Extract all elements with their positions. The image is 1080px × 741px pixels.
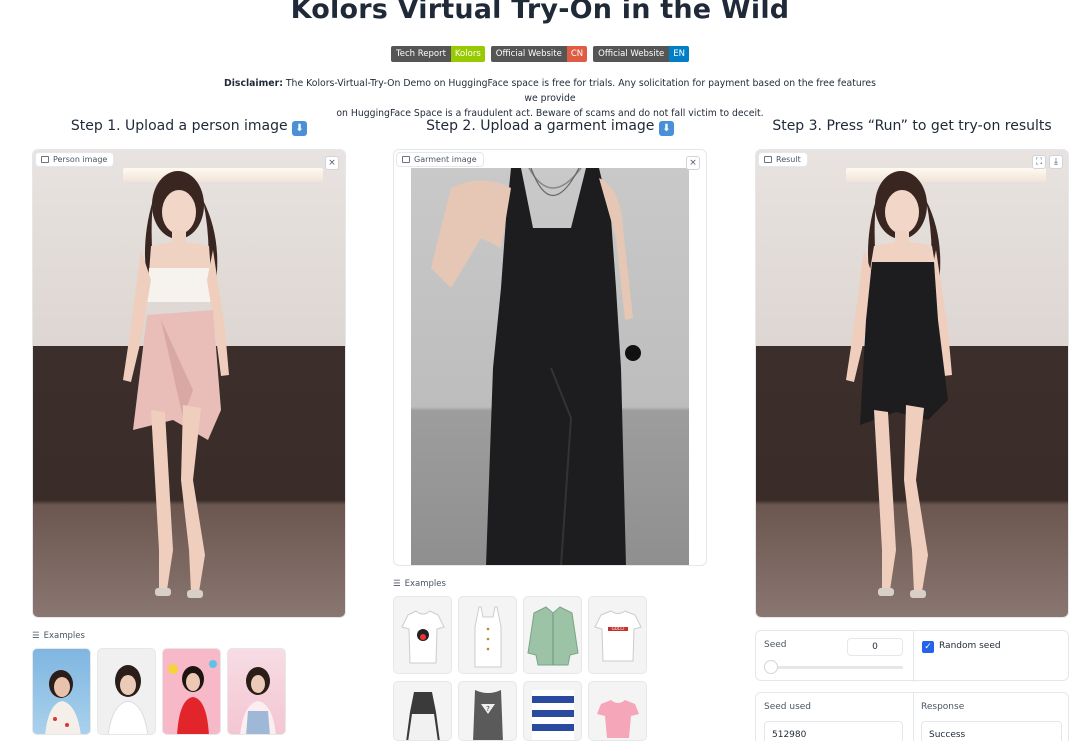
garment-example-6[interactable]: ? [458, 681, 517, 741]
garment-examples-label-text: Examples [404, 579, 446, 589]
person-example-thumbnail [240, 667, 276, 734]
seed-slider-track[interactable] [766, 666, 903, 669]
garment-example-2[interactable] [458, 596, 517, 674]
seed-slider-thumb[interactable] [764, 660, 778, 674]
person-example-thumbnail [168, 660, 217, 734]
seed-used-value: 512980 [764, 721, 903, 741]
page-title: Kolors Virtual Try-On in the Wild [290, 0, 790, 25]
garment-photo [411, 167, 689, 565]
tank-logo-text: ? [486, 705, 490, 713]
badge-left-label: Official Website [593, 46, 670, 62]
step-2-heading: Step 2. Upload a garment image ⬇ [393, 118, 707, 136]
person-example-thumbnail [107, 665, 149, 734]
fullscreen-icon[interactable]: ⛶ [1032, 155, 1046, 169]
person-example-4[interactable] [227, 648, 286, 735]
person-example-3[interactable] [162, 648, 221, 735]
seed-input[interactable]: 0 [847, 638, 903, 656]
person-figure [123, 171, 229, 598]
step-1-text: Step 1. Upload a person image [70, 118, 288, 134]
badge-right-label: EN [669, 46, 689, 62]
seed-controls: Seed 0 ✓ Random seed [755, 630, 1069, 682]
output-info: Seed used 512980 Response Success [755, 692, 1069, 741]
step-3-text: Step 3. Press “Run” to get try-on result… [772, 118, 1052, 134]
garment-image-label-text: Garment image [414, 155, 477, 164]
disclaimer-label: Disclaimer: [224, 78, 283, 89]
garment-example-thumbnail [527, 606, 579, 666]
down-arrow-emoji-icon: ⬇ [292, 121, 308, 136]
check-icon: ✓ [924, 642, 932, 652]
gucci-logo-text: GUCCI [612, 626, 625, 631]
download-icon[interactable]: ⤓ [1049, 155, 1063, 169]
response-label: Response [921, 702, 965, 712]
divider [913, 693, 914, 741]
random-seed-label: Random seed [939, 641, 1001, 651]
garment-image-upload[interactable]: Garment image × [393, 149, 707, 566]
image-icon [402, 156, 410, 163]
list-icon: ☰ [32, 631, 40, 641]
result-label: Result [758, 152, 808, 167]
garment-example-8[interactable] [588, 681, 647, 741]
step-1-heading: Step 1. Upload a person image ⬇ [32, 118, 346, 136]
badge-right-label: Kolors [450, 46, 485, 62]
result-photo [756, 150, 1068, 617]
garment-example-thumbnail [401, 610, 445, 664]
garment-example-5[interactable] [393, 681, 452, 741]
garment-image-label: Garment image [396, 152, 484, 167]
garment-example-thumbnail: GUCCI [594, 610, 642, 662]
list-icon: ☰ [393, 579, 401, 589]
official-website-cn-badge[interactable]: Official Website CN [490, 46, 588, 62]
step-2-text: Step 2. Upload a garment image [426, 118, 655, 134]
garment-example-thumbnail: ? [473, 690, 503, 740]
close-icon[interactable]: × [325, 156, 339, 170]
garment-example-thumbnail [597, 700, 639, 738]
random-seed-checkbox[interactable]: ✓ [922, 641, 934, 653]
badge-row: Tech Report Kolors Official Website CN O… [0, 46, 1080, 62]
down-arrow-emoji-icon: ⬇ [658, 121, 674, 136]
person-image-label-text: Person image [53, 155, 108, 164]
step-3-heading: Step 3. Press “Run” to get try-on result… [755, 118, 1069, 134]
garment-example-7[interactable] [523, 681, 582, 741]
result-figure [846, 171, 952, 598]
disclaimer: Disclaimer: The Kolors-Virtual-Try-On De… [220, 76, 880, 121]
divider [913, 631, 914, 682]
result-image: Result ⛶ ⤓ [755, 149, 1069, 618]
seed-label: Seed [764, 640, 787, 650]
tech-report-badge[interactable]: Tech Report Kolors [390, 46, 485, 62]
image-icon [764, 156, 772, 163]
garment-example-thumbnail [532, 690, 574, 740]
image-icon [41, 156, 49, 163]
disclaimer-line-1: The Kolors-Virtual-Try-On Demo on Huggin… [282, 78, 876, 104]
badge-left-label: Official Website [490, 46, 567, 62]
person-examples-label-text: Examples [43, 631, 85, 641]
garment-example-thumbnail [474, 606, 502, 668]
person-examples-label: ☰ Examples [32, 631, 85, 641]
garment-example-4[interactable]: GUCCI [588, 596, 647, 674]
person-photo [33, 150, 345, 617]
garment-figure [431, 167, 641, 565]
person-example-2[interactable] [97, 648, 156, 735]
seed-used-label: Seed used [764, 702, 812, 712]
official-website-en-badge[interactable]: Official Website EN [593, 46, 689, 62]
badge-right-label: CN [566, 46, 588, 62]
garment-example-thumbnail [406, 692, 440, 740]
result-label-text: Result [776, 155, 801, 164]
person-example-1[interactable] [32, 648, 91, 735]
person-image-label: Person image [35, 152, 115, 167]
garment-example-1[interactable] [393, 596, 452, 674]
close-icon[interactable]: × [686, 156, 700, 170]
garment-examples-label: ☰ Examples [393, 579, 446, 589]
badge-left-label: Tech Report [390, 46, 451, 62]
response-value: Success [921, 721, 1062, 741]
person-example-thumbnail [45, 670, 81, 734]
person-image-upload[interactable]: Person image × [32, 149, 346, 618]
garment-example-3[interactable] [523, 596, 582, 674]
